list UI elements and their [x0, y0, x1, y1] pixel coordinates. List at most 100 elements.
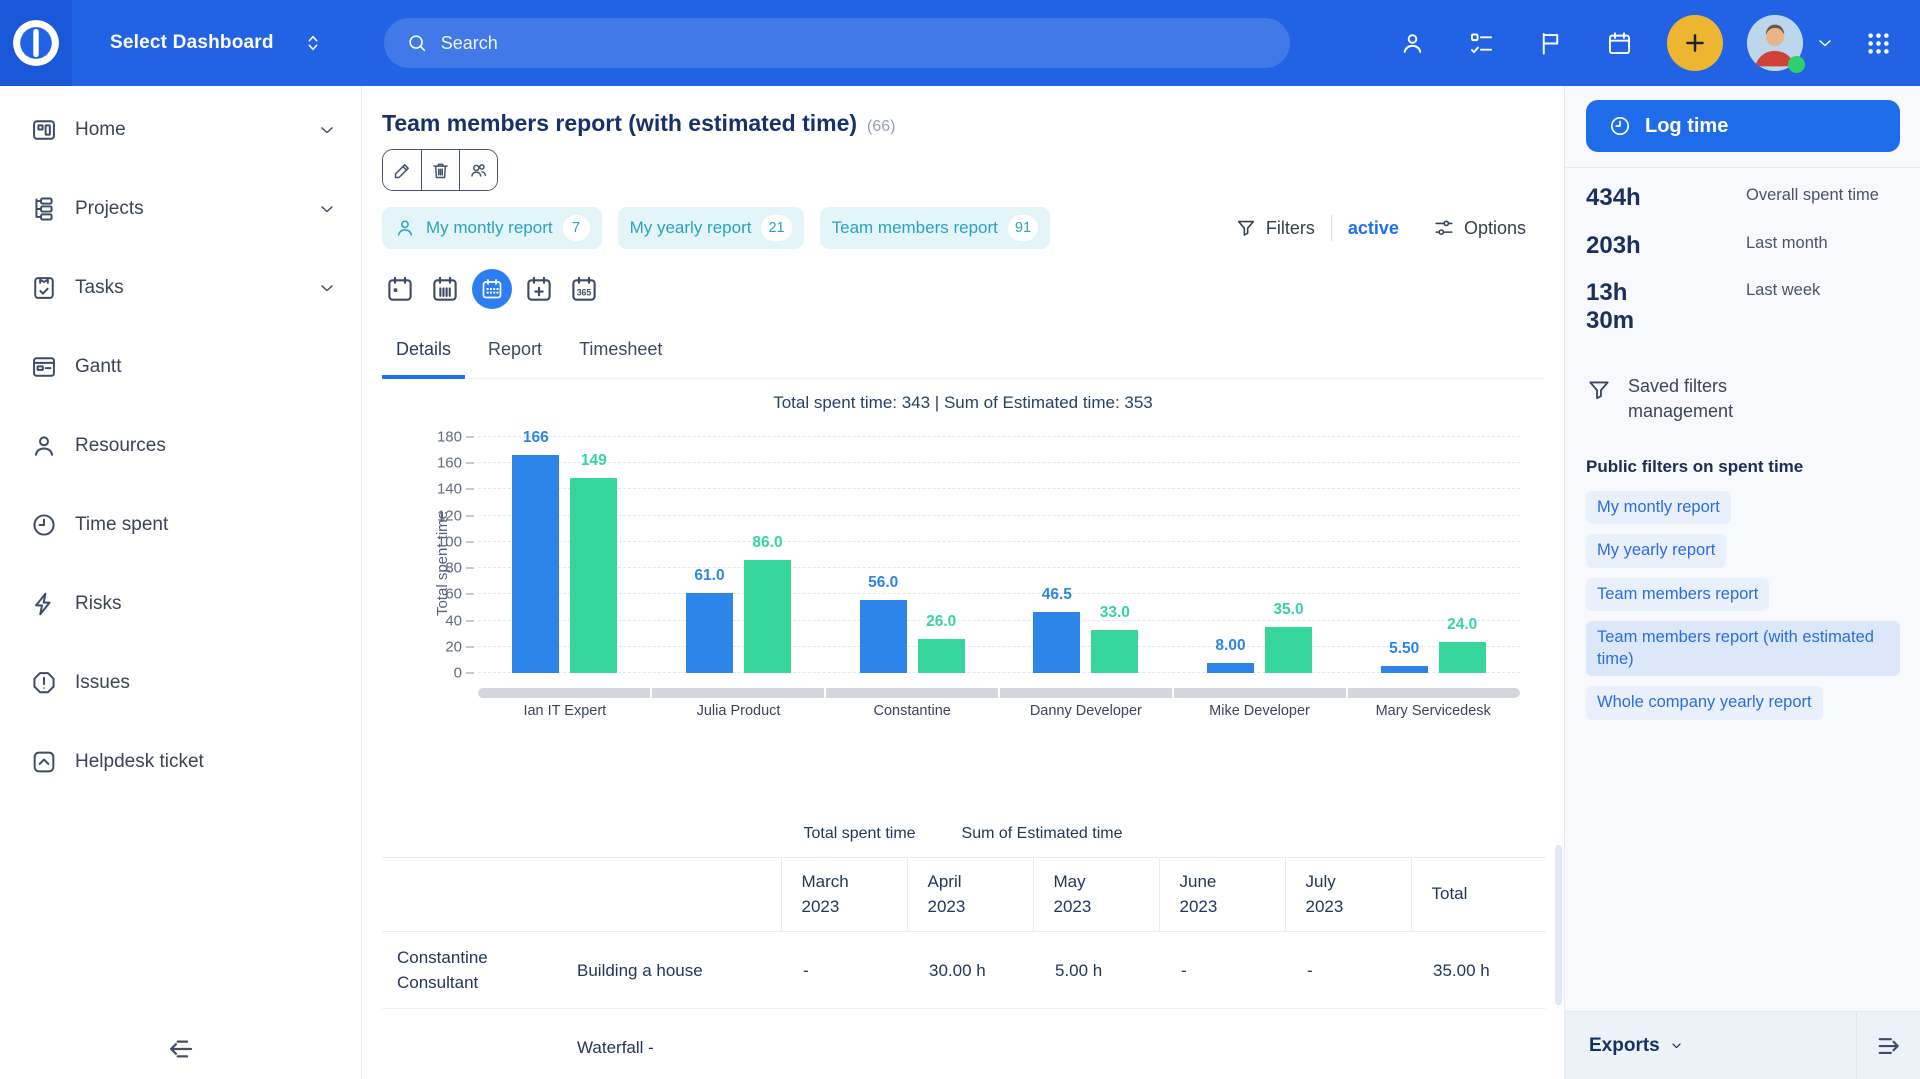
calendar-icon[interactable]: [1606, 30, 1633, 57]
tab-details[interactable]: Details: [382, 331, 465, 379]
bar-total-spent-time[interactable]: 166: [512, 455, 559, 673]
bar-value-label: 166: [523, 429, 549, 447]
delete-button[interactable]: [421, 150, 459, 190]
chevron-down-icon[interactable]: [1815, 33, 1835, 53]
cell-value: [1033, 1009, 1159, 1079]
main-scrollbar-thumb[interactable]: [1555, 845, 1562, 1005]
chart: Total spent time 02040608010012014016018…: [382, 419, 1544, 719]
tab-report[interactable]: Report: [474, 331, 556, 379]
chart-scrollbar[interactable]: [478, 688, 1520, 698]
public-filter-my-yearly-report[interactable]: My yearly report: [1586, 534, 1726, 567]
sidebar-item-home[interactable]: Home: [0, 90, 361, 169]
sidebar-item-time-spent[interactable]: Time spent: [0, 485, 361, 564]
day-calendar-icon[interactable]: [382, 271, 418, 307]
chart-scrollbar-segment[interactable]: [826, 688, 1000, 698]
week-calendar-icon[interactable]: [427, 271, 463, 307]
filter-chip-my-yearly-report[interactable]: My yearly report21: [618, 207, 804, 249]
filters-active-state[interactable]: active: [1348, 218, 1399, 239]
app-logo[interactable]: [0, 0, 72, 86]
edit-button[interactable]: [383, 150, 421, 190]
bar-total-spent-time[interactable]: 8.00: [1207, 663, 1254, 673]
risks-icon: [30, 590, 60, 618]
resources-icon: [30, 432, 60, 460]
chart-scrollbar-segment[interactable]: [1174, 688, 1348, 698]
title-row: Team members report (with estimated time…: [382, 110, 1544, 137]
filters-button[interactable]: Filters: [1266, 218, 1315, 239]
legend-item-total-spent-time[interactable]: Total spent time: [803, 825, 915, 843]
bar-total-spent-time[interactable]: 5.50: [1381, 666, 1428, 673]
tab-timesheet[interactable]: Timesheet: [565, 331, 676, 379]
profile-icon[interactable]: [1399, 30, 1426, 57]
column-header-label: July 2023: [1306, 870, 1344, 919]
add-calendar-icon[interactable]: [521, 271, 557, 307]
user-avatar[interactable]: [1747, 15, 1803, 71]
sidebar-item-projects[interactable]: Projects: [0, 169, 361, 248]
create-new-button[interactable]: [1667, 15, 1723, 71]
apps-grid-icon[interactable]: [1865, 30, 1892, 57]
sidebar-item-risks[interactable]: Risks: [0, 564, 361, 643]
sidebar-item-gantt[interactable]: Gantt: [0, 327, 361, 406]
public-filter-team-members-report[interactable]: Team members report: [1586, 578, 1769, 611]
issues-icon: [30, 669, 60, 697]
public-filter-whole-company-yearly-report[interactable]: Whole company yearly report: [1586, 686, 1823, 719]
cell-project: Waterfall -: [577, 1009, 781, 1079]
chart-scrollbar-segment[interactable]: [652, 688, 826, 698]
bar-sum-of-estimated-time[interactable]: 86.0: [744, 560, 791, 673]
period-switcher: 365: [382, 269, 1544, 309]
cell-value: [781, 1009, 907, 1079]
public-filter-my-montly-report[interactable]: My montly report: [1586, 491, 1731, 524]
sidebar-item-issues[interactable]: Issues: [0, 643, 361, 722]
flag-icon[interactable]: [1537, 30, 1564, 57]
chips-row: My montly report7 My yearly report21 Team …: [382, 207, 1544, 249]
page-title: Team members report (with estimated time…: [382, 110, 857, 137]
bar-total-spent-time[interactable]: 56.0: [860, 600, 907, 673]
exports-button[interactable]: Exports: [1565, 1035, 1856, 1057]
sidebar-item-label: Resources: [75, 435, 166, 457]
sidebar-collapse-button[interactable]: [165, 1033, 197, 1065]
bar-group-mike-developer: 8.00 35.0: [1173, 437, 1347, 673]
bar-total-spent-time[interactable]: 46.5: [1033, 612, 1080, 673]
unfold-icon: [302, 32, 324, 54]
bar-sum-of-estimated-time[interactable]: 149: [570, 478, 617, 673]
sidebar-item-helpdesk-ticket[interactable]: Helpdesk ticket: [0, 722, 361, 801]
stat-last-week: 13h 30mLast week: [1586, 279, 1900, 334]
y-tick-label: 140: [437, 481, 462, 498]
bar-sum-of-estimated-time[interactable]: 26.0: [918, 639, 965, 673]
sidebar-item-tasks[interactable]: Tasks: [0, 248, 361, 327]
sidebar-item-resources[interactable]: Resources: [0, 406, 361, 485]
options-button[interactable]: Options: [1464, 218, 1526, 239]
report-table: March 2023April 2023May 2023June 2023Jul…: [382, 857, 1546, 1079]
bar-group-mary-servicedesk: 5.50 24.0: [1346, 437, 1520, 673]
saved-filters-label: Saved filters management: [1628, 374, 1788, 423]
y-tick-mark: [466, 646, 474, 648]
filter-chip-my-montly-report[interactable]: My montly report7: [382, 207, 602, 249]
cell-value: -: [1159, 932, 1285, 1009]
bar-total-spent-time[interactable]: 61.0: [686, 593, 733, 673]
search-input[interactable]: [441, 33, 1268, 54]
chart-scrollbar-segment[interactable]: [1348, 688, 1520, 698]
month-calendar-icon[interactable]: [472, 269, 512, 309]
log-time-button[interactable]: Log time: [1586, 100, 1900, 152]
column-header-june-2023: June 2023: [1159, 858, 1285, 932]
public-filter-team-members-report-with-estimated-time[interactable]: Team members report (with estimated time…: [1586, 621, 1900, 676]
bar-sum-of-estimated-time[interactable]: 35.0: [1265, 627, 1312, 673]
dashboard-selector[interactable]: Select Dashboard: [110, 32, 324, 54]
legend-item-sum-of-estimated-time[interactable]: Sum of Estimated time: [962, 825, 1123, 843]
filter-chip-team-members-report[interactable]: Team members report91: [820, 207, 1050, 249]
cell-project: Building a house: [577, 932, 781, 1009]
search-bar[interactable]: [384, 18, 1290, 68]
stat-value: 203h: [1586, 232, 1746, 260]
panel-collapse-button[interactable]: [1856, 1012, 1920, 1079]
cell-value: -: [781, 932, 907, 1009]
bar-sum-of-estimated-time[interactable]: 33.0: [1091, 630, 1138, 673]
bar-group-danny-developer: 46.5 33.0: [999, 437, 1173, 673]
year-365-calendar-icon[interactable]: 365: [566, 271, 602, 307]
bar-sum-of-estimated-time[interactable]: 24.0: [1439, 642, 1486, 673]
chart-scrollbar-segment[interactable]: [478, 688, 652, 698]
saved-filters-management[interactable]: Saved filters management: [1586, 374, 1900, 423]
y-tick-label: 0: [454, 665, 462, 682]
members-button[interactable]: [459, 150, 497, 190]
checklist-icon[interactable]: [1468, 30, 1495, 57]
cell-value: -: [1285, 932, 1411, 1009]
chart-scrollbar-segment[interactable]: [1000, 688, 1174, 698]
